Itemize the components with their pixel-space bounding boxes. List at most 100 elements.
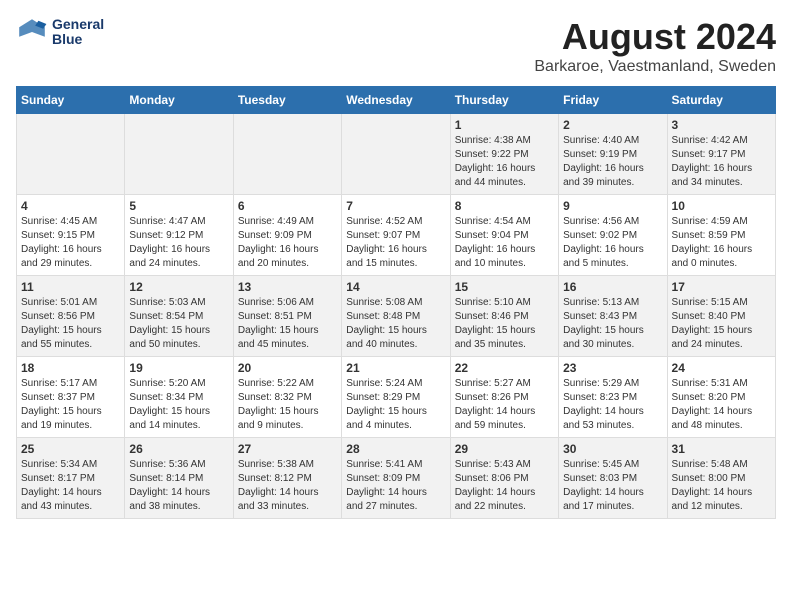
day-number: 22 [455, 361, 554, 375]
cell-details: Sunrise: 5:01 AM Sunset: 8:56 PM Dayligh… [21, 296, 120, 352]
logo-icon [16, 16, 48, 48]
day-number: 30 [563, 442, 662, 456]
cell-details: Sunrise: 5:03 AM Sunset: 8:54 PM Dayligh… [129, 296, 228, 352]
calendar-cell: 19 Sunrise: 5:20 AM Sunset: 8:34 PM Dayli… [125, 357, 233, 438]
day-number: 15 [455, 280, 554, 294]
header-friday: Friday [559, 87, 667, 114]
day-number: 27 [238, 442, 337, 456]
day-number: 20 [238, 361, 337, 375]
main-title: August 2024 [534, 16, 776, 58]
cell-details: Sunrise: 5:36 AM Sunset: 8:14 PM Dayligh… [129, 458, 228, 514]
page-header: General Blue August 2024 Barkaroe, Vaest… [16, 16, 776, 76]
day-number: 2 [563, 118, 662, 132]
cell-details: Sunrise: 4:49 AM Sunset: 9:09 PM Dayligh… [238, 215, 337, 271]
cell-details: Sunrise: 5:48 AM Sunset: 8:00 PM Dayligh… [672, 458, 771, 514]
day-number: 12 [129, 280, 228, 294]
day-number: 8 [455, 199, 554, 213]
cell-details: Sunrise: 4:42 AM Sunset: 9:17 PM Dayligh… [672, 134, 771, 190]
calendar-cell: 4 Sunrise: 4:45 AM Sunset: 9:15 PM Daylig… [17, 195, 125, 276]
calendar-cell: 2Sunrise: 4:40 AM Sunset: 9:19 PM Daylig… [559, 114, 667, 195]
day-number: 16 [563, 280, 662, 294]
calendar-cell: 31Sunrise: 5:48 AM Sunset: 8:00 PM Dayli… [667, 438, 775, 519]
cell-details: Sunrise: 4:38 AM Sunset: 9:22 PM Dayligh… [455, 134, 554, 190]
week-row-1: 1 Sunrise: 4:38 AM Sunset: 9:22 PM Daylig… [17, 114, 776, 195]
day-number: 13 [238, 280, 337, 294]
cell-details: Sunrise: 4:47 AM Sunset: 9:12 PM Dayligh… [129, 215, 228, 271]
day-number: 19 [129, 361, 228, 375]
day-number: 4 [21, 199, 120, 213]
calendar-cell: 3 Sunrise: 4:42 AM Sunset: 9:17 PM Daylig… [667, 114, 775, 195]
cell-details: Sunrise: 4:54 AM Sunset: 9:04 PM Dayligh… [455, 215, 554, 271]
cell-details: Sunrise: 5:20 AM Sunset: 8:34 PM Dayligh… [129, 377, 228, 433]
day-number: 29 [455, 442, 554, 456]
calendar-cell: 10Sunrise: 4:59 AM Sunset: 8:59 PM Dayli… [667, 195, 775, 276]
calendar-cell: 23 Sunrise: 5:29 AM Sunset: 8:23 PM Dayli… [559, 357, 667, 438]
logo: General Blue [16, 16, 104, 48]
day-number: 14 [346, 280, 445, 294]
cell-details: Sunrise: 4:45 AM Sunset: 9:15 PM Dayligh… [21, 215, 120, 271]
day-number: 3 [672, 118, 771, 132]
header-thursday: Thursday [450, 87, 558, 114]
header-tuesday: Tuesday [233, 87, 341, 114]
cell-details: Sunrise: 5:43 AM Sunset: 8:06 PM Dayligh… [455, 458, 554, 514]
day-number: 25 [21, 442, 120, 456]
week-row-5: 25Sunrise: 5:34 AM Sunset: 8:17 PM Dayli… [17, 438, 776, 519]
calendar-cell: 1 Sunrise: 4:38 AM Sunset: 9:22 PM Daylig… [450, 114, 558, 195]
calendar-cell: 15 Sunrise: 5:10 AM Sunset: 8:46 PM Dayli… [450, 276, 558, 357]
day-number: 5 [129, 199, 228, 213]
header-wednesday: Wednesday [342, 87, 450, 114]
calendar-cell: 20 Sunrise: 5:22 AM Sunset: 8:32 PM Dayli… [233, 357, 341, 438]
calendar-cell: 26 Sunrise: 5:36 AM Sunset: 8:14 PM Dayli… [125, 438, 233, 519]
calendar-cell: 6Sunrise: 4:49 AM Sunset: 9:09 PM Daylig… [233, 195, 341, 276]
calendar-cell: 8 Sunrise: 4:54 AM Sunset: 9:04 PM Daylig… [450, 195, 558, 276]
cell-details: Sunrise: 5:06 AM Sunset: 8:51 PM Dayligh… [238, 296, 337, 352]
day-number: 24 [672, 361, 771, 375]
calendar-cell [233, 114, 341, 195]
calendar-cell: 17Sunrise: 5:15 AM Sunset: 8:40 PM Dayli… [667, 276, 775, 357]
cell-details: Sunrise: 5:31 AM Sunset: 8:20 PM Dayligh… [672, 377, 771, 433]
header-row: SundayMondayTuesdayWednesdayThursdayFrid… [17, 87, 776, 114]
calendar-cell: 28Sunrise: 5:41 AM Sunset: 8:09 PM Dayli… [342, 438, 450, 519]
day-number: 23 [563, 361, 662, 375]
calendar-cell: 14Sunrise: 5:08 AM Sunset: 8:48 PM Dayli… [342, 276, 450, 357]
calendar-table: SundayMondayTuesdayWednesdayThursdayFrid… [16, 86, 776, 519]
calendar-cell: 13 Sunrise: 5:06 AM Sunset: 8:51 PM Dayli… [233, 276, 341, 357]
week-row-3: 11Sunrise: 5:01 AM Sunset: 8:56 PM Dayli… [17, 276, 776, 357]
cell-details: Sunrise: 5:24 AM Sunset: 8:29 PM Dayligh… [346, 377, 445, 433]
cell-details: Sunrise: 5:45 AM Sunset: 8:03 PM Dayligh… [563, 458, 662, 514]
day-number: 28 [346, 442, 445, 456]
title-block: August 2024 Barkaroe, Vaestmanland, Swed… [534, 16, 776, 76]
cell-details: Sunrise: 5:38 AM Sunset: 8:12 PM Dayligh… [238, 458, 337, 514]
cell-details: Sunrise: 5:29 AM Sunset: 8:23 PM Dayligh… [563, 377, 662, 433]
calendar-cell [125, 114, 233, 195]
day-number: 1 [455, 118, 554, 132]
calendar-cell [17, 114, 125, 195]
calendar-cell: 24 Sunrise: 5:31 AM Sunset: 8:20 PM Dayli… [667, 357, 775, 438]
subtitle: Barkaroe, Vaestmanland, Sweden [534, 58, 776, 76]
calendar-cell: 25Sunrise: 5:34 AM Sunset: 8:17 PM Dayli… [17, 438, 125, 519]
calendar-cell: 30 Sunrise: 5:45 AM Sunset: 8:03 PM Dayli… [559, 438, 667, 519]
cell-details: Sunrise: 5:27 AM Sunset: 8:26 PM Dayligh… [455, 377, 554, 433]
calendar-cell: 11Sunrise: 5:01 AM Sunset: 8:56 PM Dayli… [17, 276, 125, 357]
cell-details: Sunrise: 5:17 AM Sunset: 8:37 PM Dayligh… [21, 377, 120, 433]
cell-details: Sunrise: 4:52 AM Sunset: 9:07 PM Dayligh… [346, 215, 445, 271]
calendar-cell: 18Sunrise: 5:17 AM Sunset: 8:37 PM Dayli… [17, 357, 125, 438]
cell-details: Sunrise: 5:22 AM Sunset: 8:32 PM Dayligh… [238, 377, 337, 433]
logo-line1: General [52, 17, 104, 32]
day-number: 26 [129, 442, 228, 456]
calendar-cell: 27 Sunrise: 5:38 AM Sunset: 8:12 PM Dayli… [233, 438, 341, 519]
cell-details: Sunrise: 5:10 AM Sunset: 8:46 PM Dayligh… [455, 296, 554, 352]
week-row-2: 4 Sunrise: 4:45 AM Sunset: 9:15 PM Daylig… [17, 195, 776, 276]
day-number: 7 [346, 199, 445, 213]
calendar-cell: 21Sunrise: 5:24 AM Sunset: 8:29 PM Dayli… [342, 357, 450, 438]
calendar-cell: 9Sunrise: 4:56 AM Sunset: 9:02 PM Daylig… [559, 195, 667, 276]
day-number: 10 [672, 199, 771, 213]
cell-details: Sunrise: 5:15 AM Sunset: 8:40 PM Dayligh… [672, 296, 771, 352]
calendar-cell [342, 114, 450, 195]
calendar-body: 1 Sunrise: 4:38 AM Sunset: 9:22 PM Daylig… [17, 114, 776, 519]
cell-details: Sunrise: 5:13 AM Sunset: 8:43 PM Dayligh… [563, 296, 662, 352]
header-sunday: Sunday [17, 87, 125, 114]
header-saturday: Saturday [667, 87, 775, 114]
calendar-cell: 22 Sunrise: 5:27 AM Sunset: 8:26 PM Dayli… [450, 357, 558, 438]
calendar-cell: 12 Sunrise: 5:03 AM Sunset: 8:54 PM Dayli… [125, 276, 233, 357]
